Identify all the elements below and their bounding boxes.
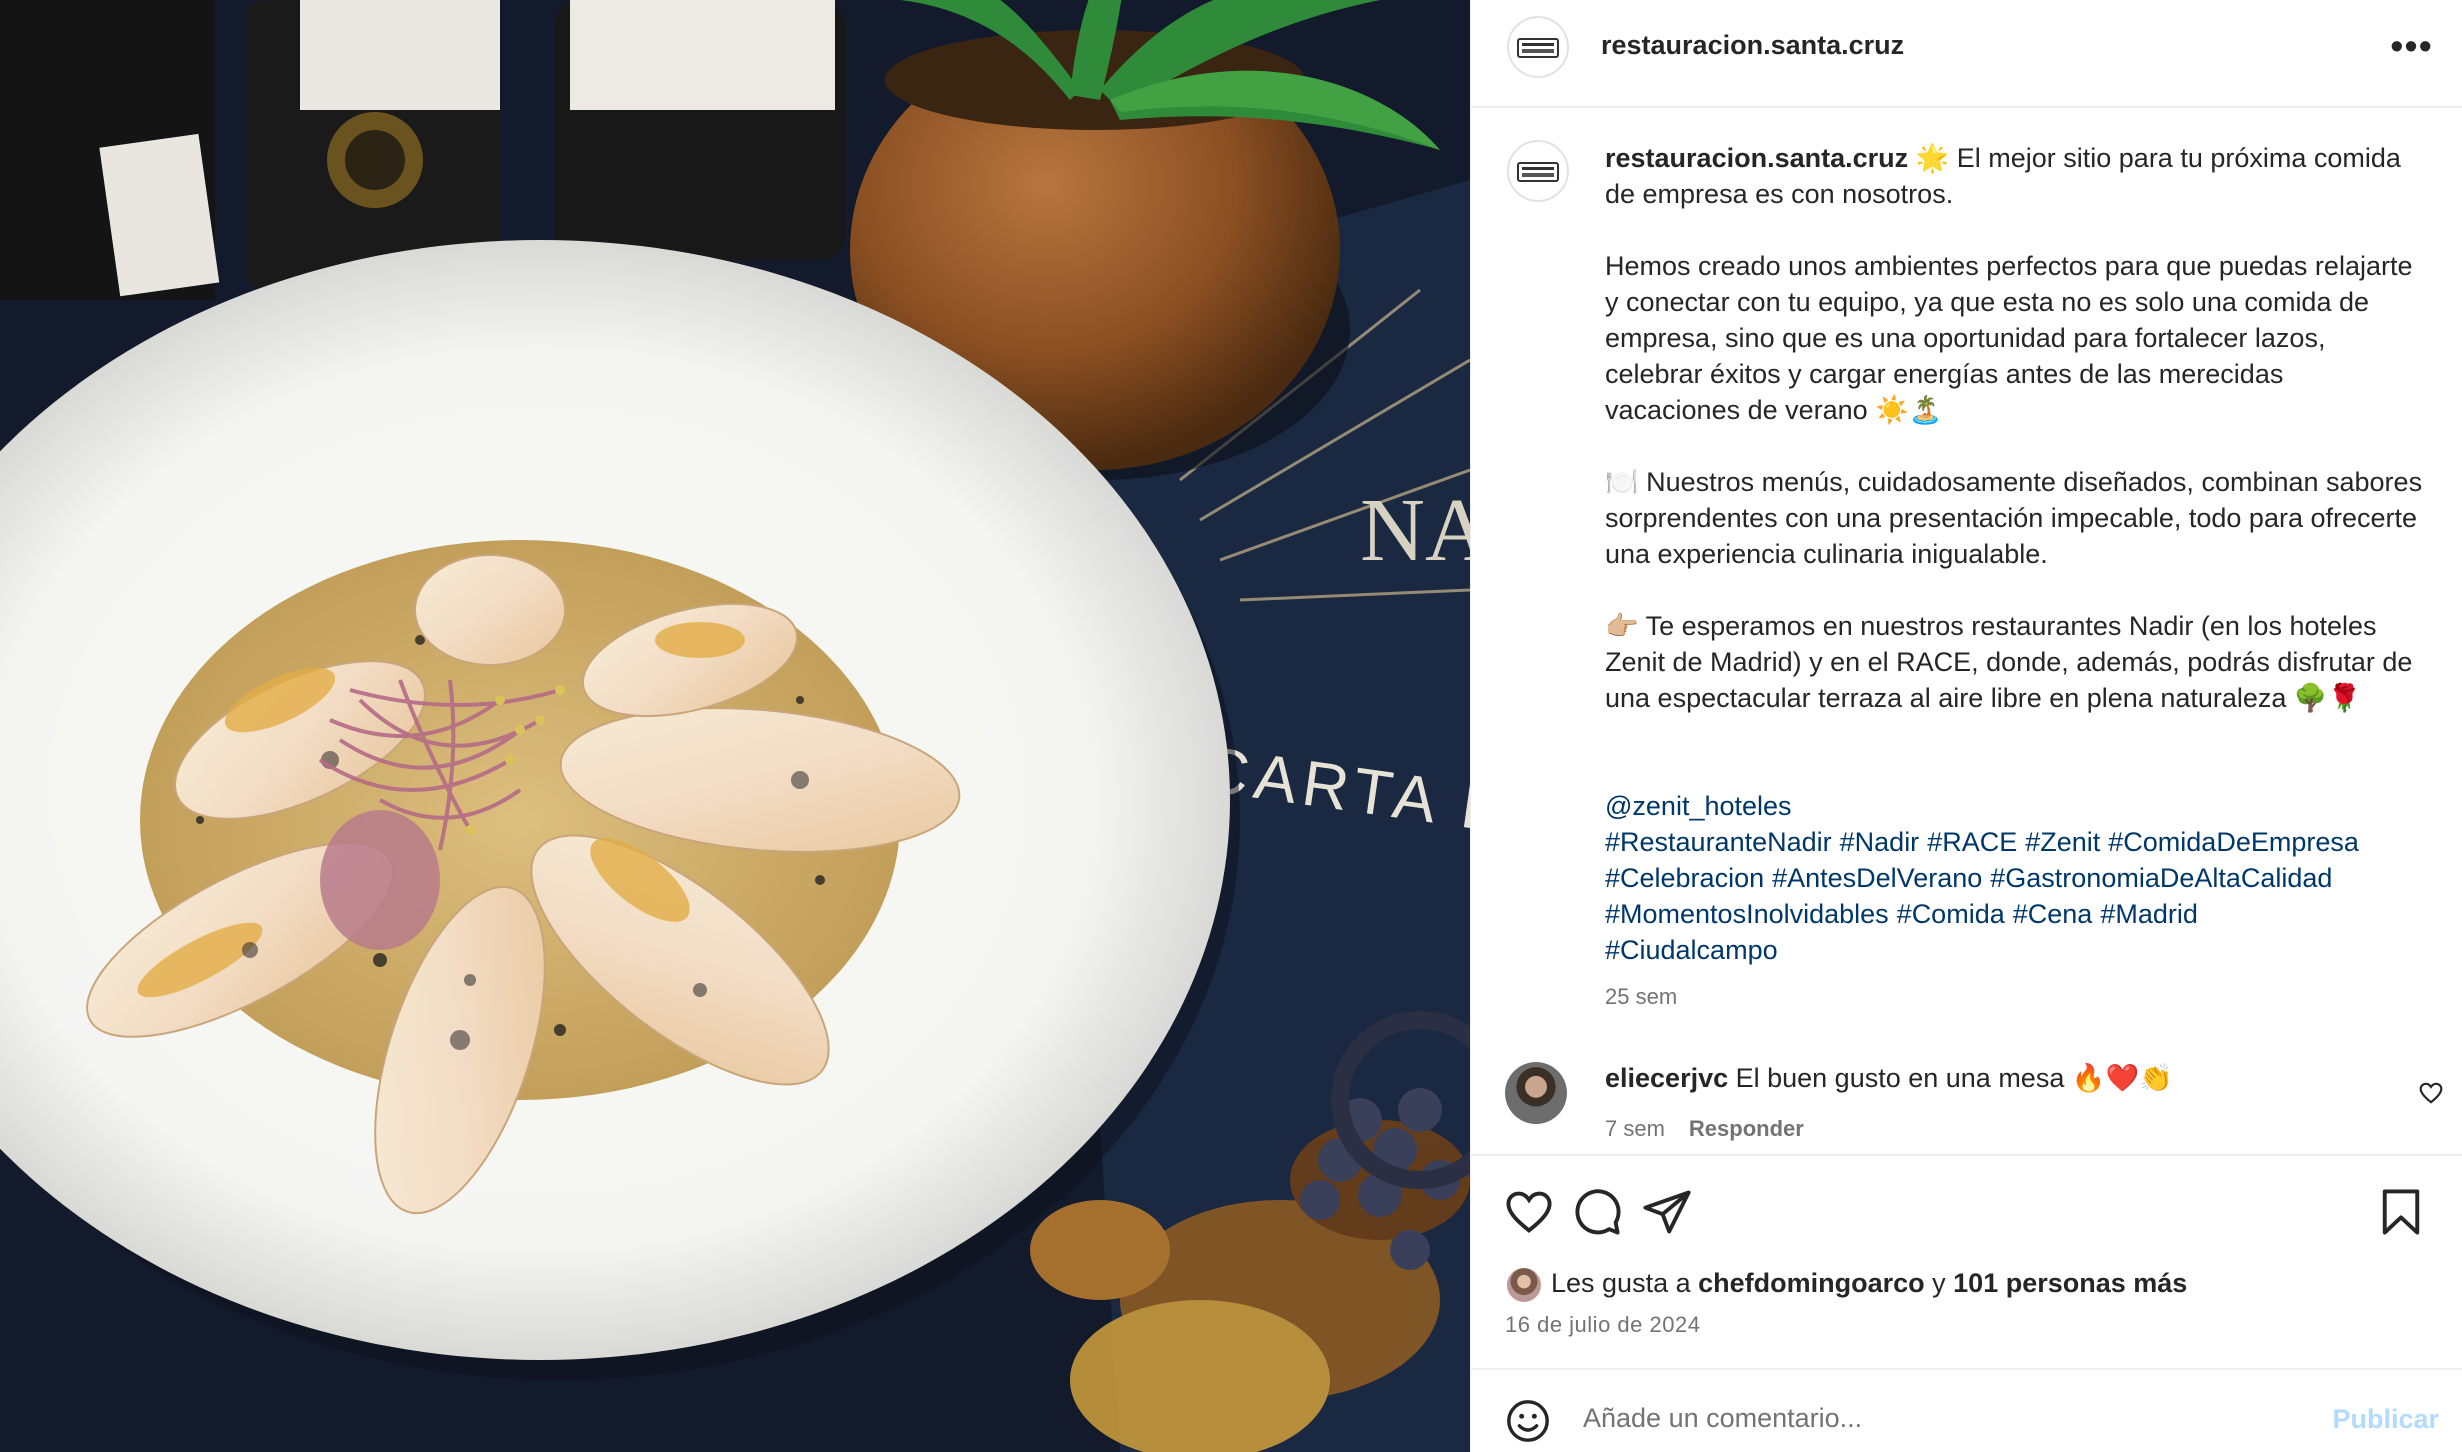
caption-avatar[interactable] (1507, 140, 1569, 202)
emoji-smiley-icon[interactable] (1505, 1398, 1551, 1444)
likes-prefix: Les gusta a (1551, 1268, 1699, 1299)
post-time[interactable]: 25 sem (1605, 984, 1677, 1010)
hashtag-link[interactable]: #Nadir (1840, 827, 1920, 857)
author-avatar[interactable] (1507, 16, 1569, 78)
hashtag-link[interactable]: #RACE (1927, 827, 2017, 857)
post-image[interactable]: NA CARTA D (0, 0, 1470, 1452)
hashtag-link[interactable]: #Zenit (2025, 827, 2100, 857)
comment-meta: 7 sem Responder (1605, 1116, 1804, 1142)
hashtag-link[interactable]: #Ciudalcampo (1605, 935, 1778, 965)
comment-time[interactable]: 7 sem (1605, 1116, 1665, 1141)
hashtag-list: @zenit_hoteles #RestauranteNadir #Nadir #R… (1605, 788, 2425, 968)
restaurant-logo (1517, 38, 1559, 58)
post-side-panel: restauracion.santa.cruz ••• restauracion… (1470, 0, 2462, 1452)
comment: eliecerjvc El buen gusto en una mesa 🔥❤️… (1605, 1062, 2173, 1094)
hashtag-link[interactable]: #ComidaDeEmpresa (2108, 827, 2359, 857)
hashtag-link[interactable]: #MomentosInolvidables (1605, 899, 1889, 929)
more-options-icon[interactable]: ••• (2390, 28, 2433, 66)
likes-count-link[interactable]: 101 personas más (1953, 1268, 2187, 1298)
mention-link[interactable]: @zenit_hoteles (1605, 791, 1792, 821)
post-date[interactable]: 16 de julio de 2024 (1505, 1312, 1700, 1338)
post-caption: restauracion.santa.cruz 🌟 El mejor sitio… (1605, 140, 2425, 716)
commenter-avatar[interactable] (1505, 1062, 1567, 1124)
author-username[interactable]: restauracion.santa.cruz (1601, 30, 1904, 61)
hashtag-link[interactable]: #Comida (1897, 899, 2005, 929)
caption-text: 🌟 El mejor sitio para tu próxima comida … (1605, 143, 2423, 713)
comment-bubble-icon[interactable] (1571, 1186, 1623, 1238)
hashtag-link[interactable]: #Madrid (2100, 899, 2198, 929)
food-photo: NA CARTA D (0, 0, 1470, 1452)
caption-username[interactable]: restauracion.santa.cruz (1605, 143, 1908, 173)
share-send-icon[interactable] (1641, 1186, 1693, 1238)
restaurant-logo (1517, 162, 1559, 182)
like-comment-heart-icon[interactable] (2418, 1080, 2444, 1106)
post-header: restauracion.santa.cruz ••• (1471, 0, 2462, 108)
comment-composer: Publicar (1471, 1368, 2462, 1452)
like-heart-icon[interactable] (1503, 1186, 1555, 1238)
comment-text: El buen gusto en una mesa 🔥❤️👏 (1728, 1063, 2173, 1093)
save-bookmark-icon[interactable] (2375, 1186, 2427, 1238)
likes-summary: Les gusta a chefdomingoarco y 101 person… (1505, 1266, 2187, 1304)
hashtag-link[interactable]: #AntesDelVerano (1772, 863, 1982, 893)
liker-avatar[interactable] (1505, 1266, 1543, 1304)
reply-button[interactable]: Responder (1689, 1116, 1804, 1141)
hashtag-link[interactable]: #Celebracion (1605, 863, 1764, 893)
liker-username[interactable]: chefdomingoarco (1698, 1268, 1925, 1298)
comment-username[interactable]: eliecerjvc (1605, 1063, 1728, 1093)
hashtag-link[interactable]: #Cena (2013, 899, 2093, 929)
post-actions (1471, 1154, 2462, 1374)
hashtag-link[interactable]: #GastronomiaDeAltaCalidad (1990, 863, 2332, 893)
likes-joiner: y (1924, 1268, 1954, 1299)
hashtag-link[interactable]: #RestauranteNadir (1605, 827, 1832, 857)
svg-text:NA: NA (1360, 481, 1470, 580)
publish-button[interactable]: Publicar (2332, 1404, 2439, 1435)
comment-input[interactable] (1583, 1392, 2283, 1444)
